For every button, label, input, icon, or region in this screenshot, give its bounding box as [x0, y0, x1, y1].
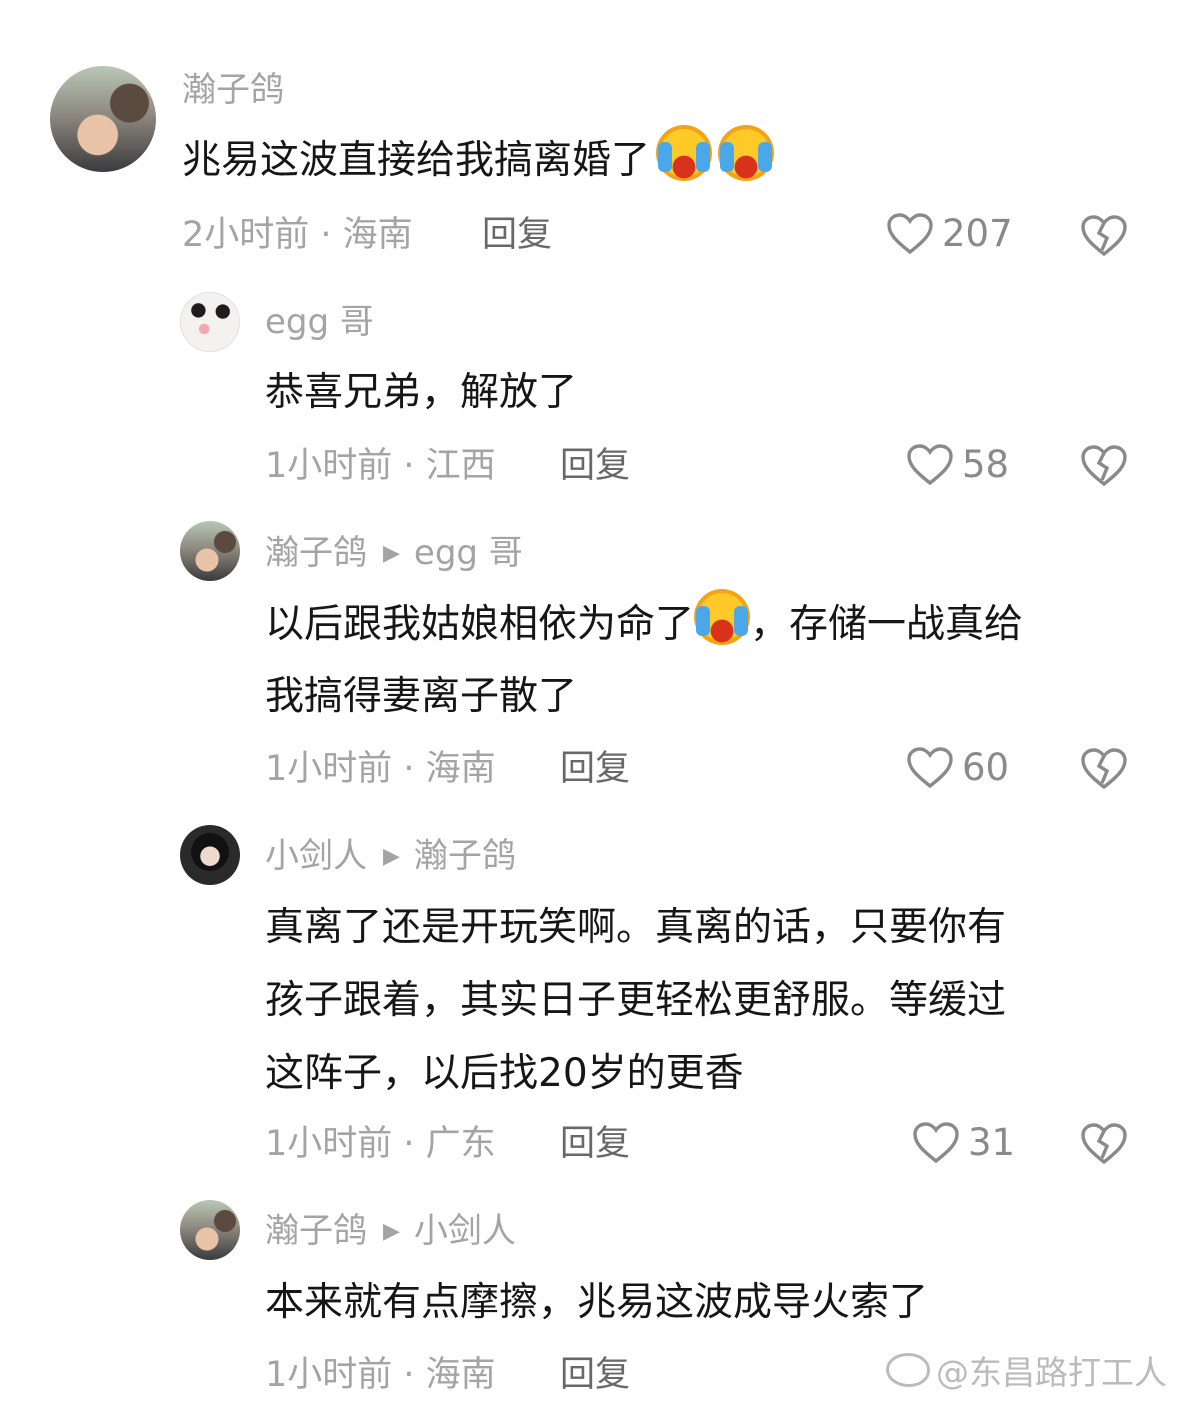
laugh-cry-emoji-icon	[694, 589, 751, 645]
comment-text-line: 我搞得妻离子散了	[265, 674, 578, 719]
comment-text-line: 孩子跟着，其实日子更轻松更舒服。等缓过	[265, 978, 1007, 1023]
comment-username[interactable]: 小剑人	[265, 836, 367, 876]
comment-username[interactable]: egg 哥	[265, 302, 374, 342]
comment-time-location: 1小时前 · 海南	[265, 1355, 496, 1395]
like-button[interactable]: 31	[912, 1121, 1015, 1165]
reply-button[interactable]: 回复	[560, 1124, 630, 1164]
reply-arrow-icon: ▶	[383, 844, 400, 869]
reply-arrow-icon: ▶	[383, 1219, 400, 1244]
comment-text-line: 以后跟我姑娘相依为命了	[265, 602, 695, 647]
heart-icon	[913, 1122, 959, 1164]
weibo-logo-icon	[886, 1353, 930, 1387]
avatar[interactable]	[180, 521, 240, 581]
comment-text-body: 兆易这波直接给我搞离婚了	[182, 138, 651, 183]
comment-username-row: 瀚子鸽 ▶ egg 哥	[265, 533, 523, 574]
comment-username[interactable]: 瀚子鸽	[265, 1211, 367, 1251]
like-count: 31	[968, 1121, 1016, 1164]
like-count: 58	[962, 443, 1010, 486]
comment-time-location: 1小时前 · 江西	[265, 446, 496, 486]
avatar[interactable]	[180, 292, 240, 352]
comment-text-line: 这阵子，以后找20岁的更香	[265, 1051, 744, 1096]
laugh-cry-emoji-icon	[656, 125, 713, 181]
weibo-watermark: @东昌路打工人	[886, 1346, 1167, 1394]
watermark-text: @东昌路打工人	[936, 1353, 1167, 1392]
heart-icon	[887, 213, 933, 255]
comment-text-line: 真离了还是开玩笑啊。真离的话，只要你有	[265, 905, 1007, 950]
comment-username-row: 小剑人 ▶ 瀚子鸽	[265, 836, 516, 877]
reply-to-username[interactable]: egg 哥	[414, 533, 523, 573]
comment-time-location: 1小时前 · 海南	[265, 749, 496, 789]
reply-button[interactable]: 回复	[482, 215, 552, 255]
comment-text: 本来就有点摩擦，兆易这波成导火索了	[265, 1280, 929, 1325]
reply-to-username[interactable]: 瀚子鸽	[414, 836, 516, 876]
avatar[interactable]	[50, 66, 156, 172]
laugh-cry-emoji-icon	[718, 125, 775, 181]
heart-icon	[907, 444, 953, 486]
like-button[interactable]: 60	[906, 746, 1009, 790]
like-count: 60	[962, 746, 1010, 789]
like-button[interactable]: 207	[886, 212, 1013, 256]
dislike-heart-icon[interactable]	[1080, 747, 1128, 791]
comment-username[interactable]: 瀚子鸽	[265, 533, 367, 573]
reply-button[interactable]: 回复	[560, 446, 630, 486]
avatar[interactable]	[180, 1200, 240, 1260]
reply-to-username[interactable]: 小剑人	[414, 1211, 516, 1251]
comment-text: 以后跟我姑娘相依为命了 ，存储一战真给	[265, 588, 1023, 662]
comment-time-location: 2小时前 · 海南	[182, 215, 413, 255]
like-count: 207	[942, 212, 1013, 255]
reply-button[interactable]: 回复	[560, 749, 630, 789]
reply-arrow-icon: ▶	[383, 541, 400, 566]
like-button[interactable]: 58	[906, 443, 1009, 487]
heart-icon	[907, 747, 953, 789]
comment-time-location: 1小时前 · 广东	[265, 1124, 496, 1164]
comment-text-line: ，存储一战真给	[750, 602, 1024, 647]
dislike-heart-icon[interactable]	[1080, 1122, 1128, 1166]
comment-text: 兆易这波直接给我搞离婚了	[182, 124, 775, 198]
avatar[interactable]	[180, 825, 240, 885]
comment-username[interactable]: 瀚子鸽	[182, 70, 284, 110]
reply-button[interactable]: 回复	[560, 1355, 630, 1395]
dislike-heart-icon[interactable]	[1080, 444, 1128, 488]
dislike-heart-icon[interactable]	[1080, 214, 1128, 258]
comment-text: 恭喜兄弟，解放了	[265, 370, 578, 415]
comment-username-row: 瀚子鸽 ▶ 小剑人	[265, 1211, 516, 1252]
